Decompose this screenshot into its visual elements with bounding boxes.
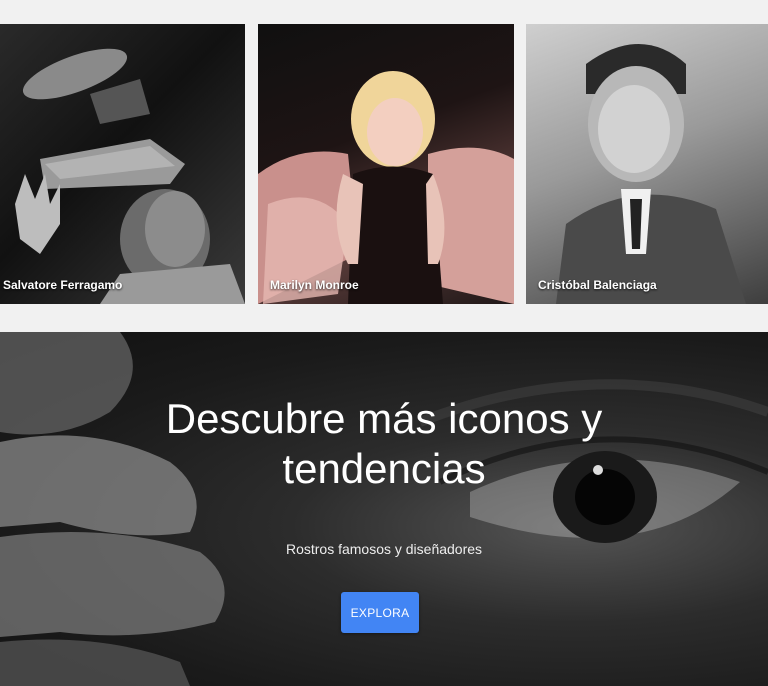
card-label: Marilyn Monroe xyxy=(270,278,359,292)
explore-button[interactable]: EXPLORA xyxy=(341,592,419,633)
banner-title: Descubre más iconos y tendencias xyxy=(0,394,768,494)
banner-title-line2: tendencias xyxy=(282,445,486,492)
monroe-photo xyxy=(258,71,514,304)
featured-cards: Salvatore Ferragamo Marilyn Monroe Crist… xyxy=(0,0,768,332)
banner-subtitle: Rostros famosos y diseñadores xyxy=(285,541,483,557)
card-cristobal-balenciaga[interactable]: Cristóbal Balenciaga xyxy=(526,24,768,304)
discover-banner: Descubre más iconos y tendencias Rostros… xyxy=(0,332,768,686)
card-label: Salvatore Ferragamo xyxy=(3,278,123,292)
card-label: Cristóbal Balenciaga xyxy=(538,278,657,292)
card-marilyn-monroe[interactable]: Marilyn Monroe xyxy=(258,24,514,304)
banner-title-line1: Descubre más iconos y xyxy=(165,395,603,442)
card-salvatore-ferragamo[interactable]: Salvatore Ferragamo xyxy=(0,24,245,304)
ferragamo-photo xyxy=(15,48,245,304)
balenciaga-photo xyxy=(556,44,746,304)
